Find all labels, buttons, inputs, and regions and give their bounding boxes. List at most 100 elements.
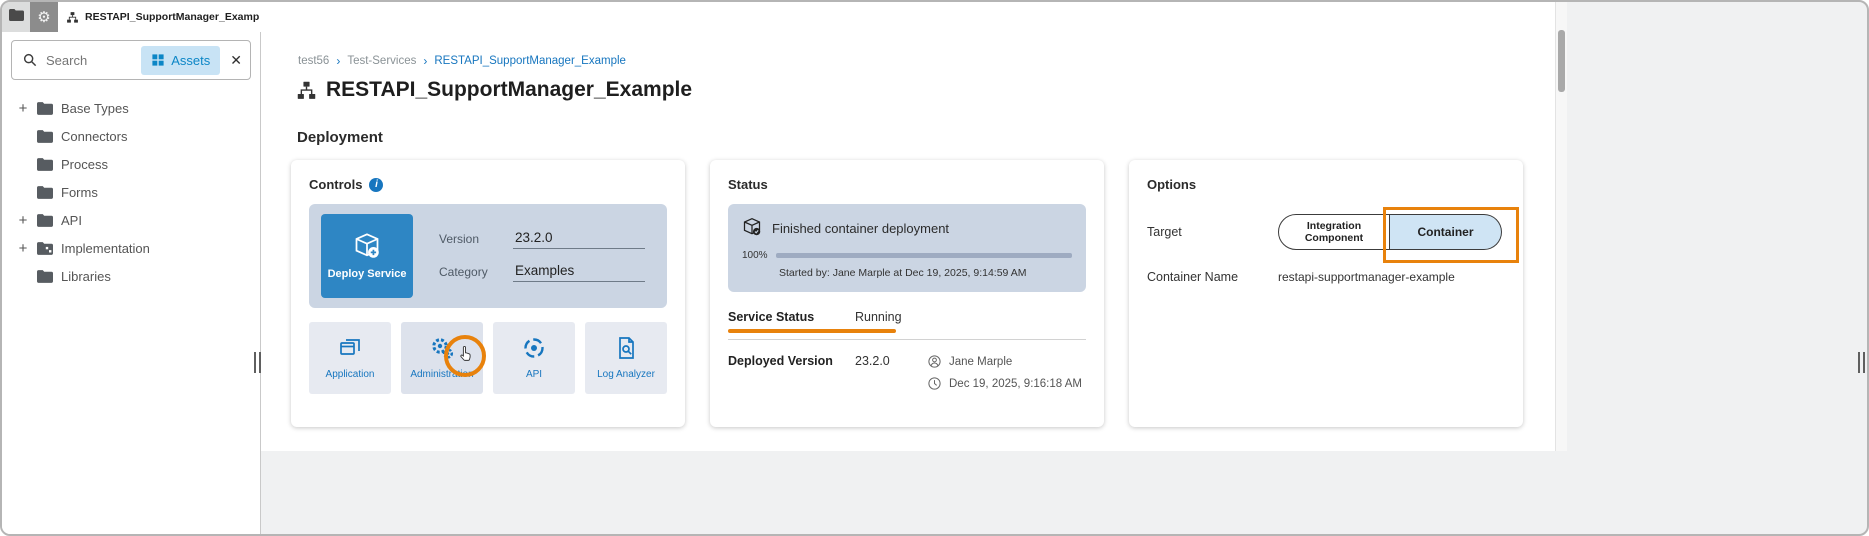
deployed-time-line: Dec 19, 2025, 9:16:18 AM — [927, 376, 1082, 391]
target-option-container[interactable]: Container — [1390, 214, 1502, 250]
status-card: Status Finished container deployment 100… — [710, 160, 1104, 427]
folder-icon — [37, 102, 53, 115]
status-card-title: Status — [728, 177, 1086, 192]
tree-item-label: Base Types — [61, 101, 129, 116]
target-segmented-control: Integration Component Container — [1278, 214, 1502, 250]
folder-icon — [37, 186, 53, 199]
progress-bar — [776, 253, 1072, 258]
assets-grid-icon — [151, 53, 165, 67]
tree-item-api[interactable]: + API — [2, 206, 260, 234]
divider — [728, 339, 1086, 340]
panel-resize-handle[interactable] — [1858, 352, 1865, 373]
category-field-row: Category Examples — [439, 263, 645, 282]
assets-filter-toggle[interactable]: Assets — [141, 46, 220, 75]
scrollbar-thumb[interactable] — [1558, 30, 1565, 92]
expand-toggle[interactable]: + — [15, 240, 31, 257]
tree-item-connectors[interactable]: Connectors — [2, 122, 260, 150]
tree-item-forms[interactable]: Forms — [2, 178, 260, 206]
folder-icon — [37, 158, 53, 171]
service-status-value: Running — [855, 310, 902, 324]
deploy-meta: Jane Marple Dec 19, 2025, 9:16:18 AM — [927, 354, 1082, 391]
clock-icon — [927, 376, 942, 391]
sidebar-resize-handle[interactable] — [254, 352, 261, 373]
controls-card: Controls i Deploy Service Version 23.2.0 — [291, 160, 685, 427]
tree-item-label: Implementation — [61, 241, 150, 256]
page-title: RESTAPI_SupportManager_Example — [296, 78, 692, 102]
progress-row: 100% — [742, 250, 1072, 261]
breadcrumb-item-current[interactable]: RESTAPI_SupportManager_Example — [434, 55, 626, 67]
target-label: Target — [1147, 225, 1278, 239]
service-status-row: Service Status Running — [728, 310, 1086, 324]
started-by-text: Started by: Jane Marple at Dec 19, 2025,… — [779, 267, 1072, 279]
folder-icon — [37, 270, 53, 283]
service-status-label: Service Status — [728, 310, 855, 324]
breadcrumb: test56 › Test-Services › RESTAPI_Support… — [298, 54, 626, 68]
search-icon — [22, 52, 38, 68]
deployed-version-value: 23.2.0 — [855, 354, 927, 391]
info-icon[interactable]: i — [369, 178, 383, 192]
container-name-label: Container Name — [1147, 270, 1278, 284]
container-deploy-icon — [742, 217, 762, 240]
deployed-version-row: Deployed Version 23.2.0 Jane Marple — [728, 354, 1086, 391]
version-label: Version — [439, 232, 495, 249]
category-input[interactable]: Examples — [513, 263, 645, 282]
deployed-version-label: Deployed Version — [728, 354, 855, 391]
search-input[interactable] — [44, 52, 141, 69]
sidebar: Assets ✕ + Base Types Connectors Process — [2, 32, 261, 534]
expand-toggle[interactable]: + — [15, 100, 31, 117]
api-icon — [522, 336, 546, 363]
administration-button[interactable]: Administration — [401, 322, 483, 394]
deploy-container-icon — [353, 232, 381, 263]
person-icon — [927, 354, 942, 369]
target-option-integration-component[interactable]: Integration Component — [1278, 214, 1390, 250]
folder-icon — [37, 214, 53, 227]
controls-tiles: Application Administration API — [309, 322, 667, 394]
tree-item-libraries[interactable]: Libraries — [2, 262, 260, 290]
deploy-service-button[interactable]: Deploy Service — [321, 214, 413, 298]
breadcrumb-item-project[interactable]: test56 — [298, 55, 329, 67]
deploy-panel: Deploy Service Version 23.2.0 Category E… — [309, 204, 667, 308]
folder-implementation-icon — [37, 242, 53, 255]
chevron-right-icon: › — [423, 54, 427, 68]
tab-service[interactable]: RESTAPI_SupportManager_Example — [58, 2, 260, 32]
api-button[interactable]: API — [493, 322, 575, 394]
deployed-by-name: Jane Marple — [949, 356, 1012, 368]
deployed-by-line: Jane Marple — [927, 354, 1082, 369]
files-button[interactable] — [2, 2, 30, 32]
titlebar: ⚙ RESTAPI_SupportManager_Example — [2, 2, 260, 32]
tab-label: RESTAPI_SupportManager_Example — [85, 11, 260, 23]
tree-item-process[interactable]: Process — [2, 150, 260, 178]
chevron-right-icon: › — [336, 54, 340, 68]
progress-percent: 100% — [742, 250, 768, 261]
tile-label: API — [526, 369, 542, 380]
deployment-cards: Controls i Deploy Service Version 23.2.0 — [291, 160, 1523, 427]
breadcrumb-item-folder[interactable]: Test-Services — [347, 55, 416, 67]
application-button[interactable]: Application — [309, 322, 391, 394]
expand-toggle[interactable]: + — [15, 212, 31, 229]
service-icon — [66, 11, 79, 24]
tree-item-label: Process — [61, 157, 108, 172]
container-name-row: Container Name restapi-supportmanager-ex… — [1147, 270, 1505, 284]
tree-item-label: Forms — [61, 185, 98, 200]
tree-item-label: API — [61, 213, 82, 228]
category-label: Category — [439, 265, 495, 282]
tree-item-label: Connectors — [61, 129, 127, 144]
close-icon[interactable]: ✕ — [230, 52, 242, 69]
version-input[interactable]: 23.2.0 — [513, 230, 645, 249]
assets-label: Assets — [171, 53, 210, 68]
tree-item-base-types[interactable]: + Base Types — [2, 94, 260, 122]
tile-label: Application — [326, 369, 375, 380]
controls-title-text: Controls — [309, 177, 362, 192]
service-icon — [296, 80, 317, 101]
gears-icon — [430, 336, 454, 363]
status-message-row: Finished container deployment — [742, 217, 1072, 240]
tree-item-implementation[interactable]: + Implementation — [2, 234, 260, 262]
settings-button[interactable]: ⚙ — [30, 2, 58, 32]
folder-icon — [37, 130, 53, 143]
vertical-scrollbar[interactable] — [1555, 2, 1567, 451]
tree-item-label: Libraries — [61, 269, 111, 284]
log-analyzer-button[interactable]: Log Analyzer — [585, 322, 667, 394]
options-card: Options Target Integration Component Con… — [1129, 160, 1523, 427]
gear-icon: ⚙ — [37, 8, 50, 26]
version-field-row: Version 23.2.0 — [439, 230, 645, 249]
